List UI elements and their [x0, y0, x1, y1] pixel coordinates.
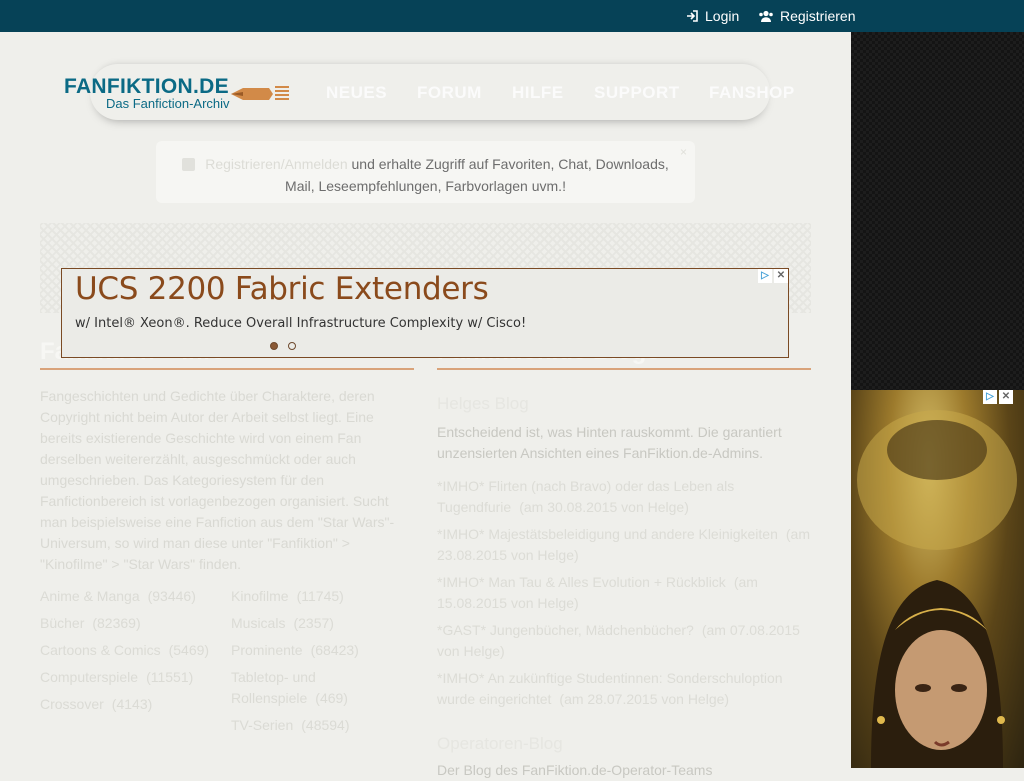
- side-ad-badges: ▷ ✕: [983, 390, 1013, 404]
- side-ad-banner[interactable]: ▷ ✕: [851, 390, 1024, 768]
- blog-post[interactable]: *IMHO* An zukünftige Studentinnen: Sonde…: [437, 668, 813, 710]
- login-label: Login: [705, 8, 740, 24]
- nav-fanshop[interactable]: FANSHOP: [709, 83, 795, 103]
- sign-in-icon: [687, 10, 698, 22]
- category-anime-manga[interactable]: Anime & Manga (93446): [40, 586, 196, 607]
- blog-post[interactable]: *IMHO* Man Tau & Alles Evolution + Rückb…: [437, 572, 813, 614]
- blog-description-operatoren: Der Blog des FanFiktion.de-Operator-Team…: [437, 762, 713, 778]
- close-icon[interactable]: ✕: [774, 269, 788, 283]
- register-notice: Registrieren/Anmelden und erhalte Zugrif…: [156, 141, 695, 203]
- users-icon: [759, 10, 773, 22]
- category-musicals[interactable]: Musicals (2357): [231, 613, 334, 634]
- category-tv-serien[interactable]: TV-Serien (48594): [231, 715, 350, 736]
- info-icon: [182, 158, 196, 171]
- ad-dot-2[interactable]: [288, 342, 296, 350]
- blog-title-operatoren[interactable]: Operatoren-Blog: [437, 734, 563, 754]
- nav-support[interactable]: SUPPORT: [594, 83, 680, 103]
- top-bar: Login Registrieren: [0, 0, 1024, 32]
- fanfiction-description: Fangeschichten und Gedichte über Charakt…: [40, 388, 395, 572]
- category-computerspiele[interactable]: Computerspiele (11551): [40, 667, 193, 688]
- nav-hilfe[interactable]: HILFE: [512, 83, 564, 103]
- blog-post[interactable]: *IMHO* Flirten (nach Bravo) oder das Leb…: [437, 476, 813, 518]
- ad-badges: ▷ ✕: [758, 269, 788, 283]
- site-logo[interactable]: FANFIKTION.DE Das Fanfiction-Archiv: [64, 76, 230, 111]
- blog-title-helge[interactable]: Helges Blog: [437, 394, 529, 414]
- register-label: Registrieren: [780, 8, 856, 24]
- logo-subtitle: Das Fanfiction-Archiv: [106, 96, 230, 111]
- category-tabletop[interactable]: Tabletop- und Rollenspiele (469): [231, 667, 381, 709]
- register-login-link[interactable]: Registrieren/Anmelden: [205, 156, 347, 172]
- notice-text-1: und erhalte Zugriff auf Favoriten, Chat,…: [347, 156, 669, 172]
- register-link[interactable]: Registrieren: [758, 0, 855, 32]
- left-section-rule: [40, 368, 414, 370]
- side-background: [851, 32, 1024, 390]
- fountain-pen-icon: [231, 86, 289, 100]
- ad-banner[interactable]: UCS 2200 Fabric Extenders w/ Intel® Xeon…: [61, 268, 789, 358]
- category-kinofilme[interactable]: Kinofilme (11745): [231, 586, 344, 607]
- ad-dot-1[interactable]: [270, 342, 278, 350]
- ad-subline[interactable]: w/ Intel® Xeon®. Reduce Overall Infrastr…: [75, 316, 526, 331]
- right-section-rule: [437, 368, 811, 370]
- ad-headline[interactable]: UCS 2200 Fabric Extenders: [75, 271, 489, 307]
- blog-post[interactable]: *IMHO* Majestätsbeleidigung und andere K…: [437, 524, 813, 566]
- ad-pagination: [270, 342, 296, 350]
- portrait-illustration: [857, 410, 1017, 768]
- nav-neues[interactable]: NEUES: [326, 83, 387, 103]
- notice-text-2: Mail, Leseempfehlungen, Farbvorlagen uvm…: [285, 178, 566, 194]
- notice-close-icon[interactable]: ×: [680, 145, 687, 159]
- category-cartoons-comics[interactable]: Cartoons & Comics (5469): [40, 640, 209, 661]
- ad-choices-icon[interactable]: ▷: [983, 390, 997, 404]
- nav-forum[interactable]: FORUM: [417, 83, 482, 103]
- category-buecher[interactable]: Bücher (82369): [40, 613, 141, 634]
- category-prominente[interactable]: Prominente (68423): [231, 640, 359, 661]
- logo-title: FANFIKTION.DE: [64, 75, 229, 98]
- login-link[interactable]: Login: [686, 0, 739, 32]
- category-crossover[interactable]: Crossover (4143): [40, 694, 152, 715]
- blog-description-helge: Entscheidend ist, was Hinten rauskommt. …: [437, 424, 782, 461]
- ad-choices-icon[interactable]: ▷: [758, 269, 772, 283]
- blog-post[interactable]: *GAST* Jungenbücher, Mädchenbücher? (am 0…: [437, 620, 813, 662]
- close-icon[interactable]: ✕: [999, 390, 1013, 404]
